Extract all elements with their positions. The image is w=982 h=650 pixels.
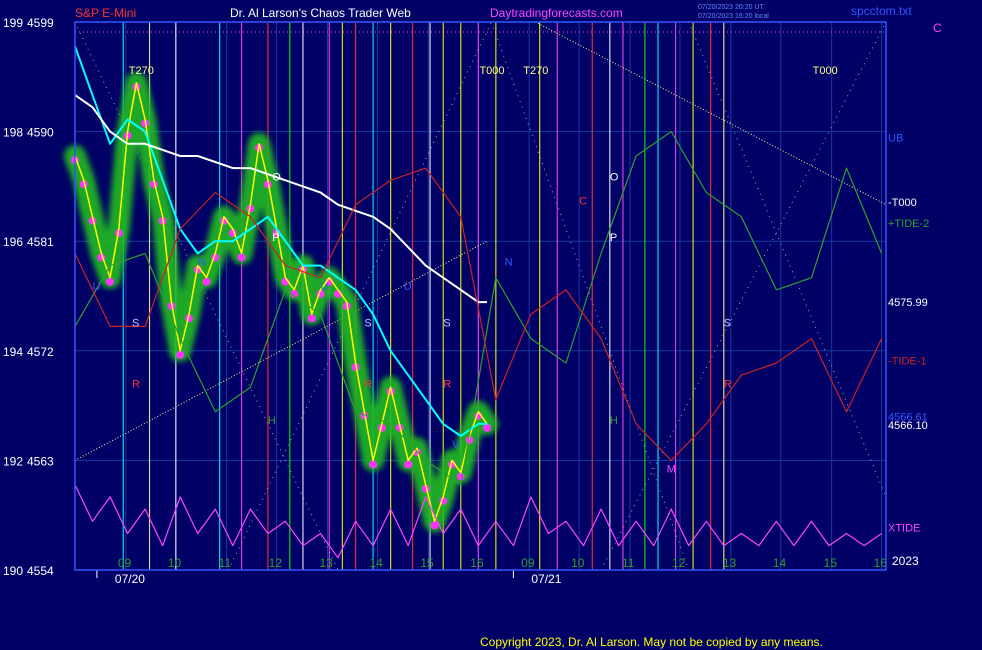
ut-stamp: 07/20/2023 20:20 UT	[698, 4, 764, 11]
price-dot	[202, 277, 211, 286]
y-tick-label-right: 4581	[27, 235, 54, 249]
price-dot	[483, 423, 492, 432]
corner-label: C	[933, 21, 942, 35]
right-label: XTIDE	[888, 522, 920, 534]
planet-letter: N	[198, 257, 206, 269]
right-label: -T000	[888, 197, 917, 209]
planet-letter: R	[443, 378, 451, 390]
planet-letter: R	[724, 378, 732, 390]
planet-letter: C	[579, 196, 587, 208]
hour-label: 15	[824, 556, 838, 570]
date-label: 07/20	[115, 572, 145, 586]
year-label: 2023	[892, 554, 919, 568]
y-tick-label-right: 4563	[27, 454, 54, 468]
planet-letter: S	[132, 317, 139, 329]
hour-label: 10	[571, 556, 585, 570]
planet-letter: M	[667, 464, 676, 476]
price-dot	[106, 277, 115, 286]
hour-label: 13	[723, 556, 737, 570]
price-dot	[369, 460, 378, 469]
hour-label: 12	[672, 556, 686, 570]
date-label: 07/21	[531, 572, 561, 586]
instrument-label: S&P E-Mini	[75, 6, 136, 20]
hour-label: 10	[168, 556, 182, 570]
hour-label: 09	[521, 556, 535, 570]
right-label: -TIDE-1	[888, 356, 927, 368]
local-stamp: 07/20/2023 16:20 local	[698, 13, 769, 20]
hour-label: 11	[219, 556, 232, 570]
top-marker: T000	[813, 65, 838, 77]
y-tick-label-left: 196	[3, 235, 23, 249]
author-label: Dr. Al Larson's Chaos Trader Web	[230, 6, 411, 20]
hour-label: 12	[269, 556, 283, 570]
right-label: 4566.10	[888, 420, 928, 432]
hour-label: 16	[470, 556, 484, 570]
site-label[interactable]: Daytradingforecasts.com	[490, 6, 623, 20]
planet-letter: S	[724, 317, 731, 329]
y-tick-label-left: 190	[3, 564, 23, 578]
price-dot	[307, 314, 316, 323]
y-tick-label-right: 4590	[27, 126, 54, 140]
hour-label: 11	[622, 556, 635, 570]
y-tick-label-right: 4599	[27, 16, 54, 30]
hour-label: 14	[369, 556, 383, 570]
planet-letter: R	[364, 378, 372, 390]
y-tick-label-left: 199	[3, 16, 23, 30]
top-marker: T270	[129, 65, 154, 77]
planet-letter: H	[268, 415, 276, 427]
y-tick-label-right: 4554	[27, 564, 54, 578]
price-dot	[237, 253, 246, 262]
planet-letter: U	[404, 281, 412, 293]
planet-letter: U	[320, 281, 328, 293]
planet-letter: U	[93, 281, 101, 293]
hour-label: 13	[320, 556, 334, 570]
planet-letter: N	[505, 257, 513, 269]
file-label: spcctom.txt	[851, 4, 912, 18]
right-label: UB	[888, 133, 903, 145]
y-tick-label-left: 192	[3, 454, 23, 468]
planet-letter: V	[452, 439, 460, 451]
planet-letter: O	[610, 171, 619, 183]
chart-canvas: U S R N O P H U S R U S R V N C O P H M S R 190 4554 192 4563 194…	[0, 0, 982, 650]
y-tick-label-right: 4572	[27, 345, 54, 359]
y-tick-label-left: 194	[3, 345, 23, 359]
y-tick-label-left: 198	[3, 126, 23, 140]
right-label: +TIDE-2	[888, 218, 929, 230]
planet-letter: S	[364, 317, 371, 329]
planet-letter: O	[272, 171, 281, 183]
planet-letter: R	[132, 378, 140, 390]
hour-label: 14	[773, 556, 787, 570]
planet-letter: P	[610, 232, 617, 244]
planet-letter: H	[610, 415, 618, 427]
top-marker: T270	[523, 65, 548, 77]
price-dot	[456, 472, 465, 481]
planet-letter: P	[272, 232, 279, 244]
price-dot	[176, 350, 185, 359]
price-dot	[404, 460, 413, 469]
top-marker: T000	[479, 65, 504, 77]
right-label: 4575.99	[888, 297, 928, 309]
hour-label: 16	[874, 556, 888, 570]
hour-label: 15	[420, 556, 434, 570]
planet-letter: S	[443, 317, 450, 329]
hour-label: 09	[118, 556, 132, 570]
copyright: Copyright 2023, Dr. Al Larson. May not b…	[480, 635, 823, 649]
